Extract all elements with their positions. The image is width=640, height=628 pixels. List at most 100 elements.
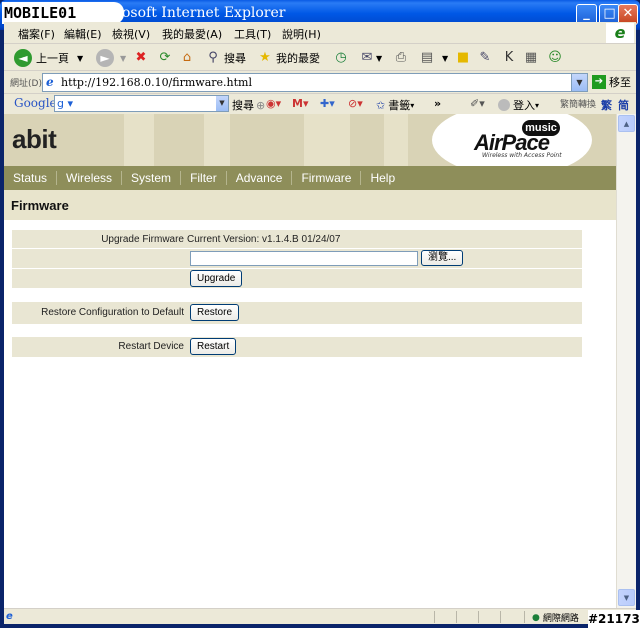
page-content: abit music AirPace Wireless with Access … (4, 114, 616, 608)
nav-firmware[interactable]: Firmware (292, 171, 360, 185)
forward-dropdown-icon[interactable]: ▼ (120, 54, 126, 63)
back-dropdown-icon[interactable]: ▼ (77, 54, 83, 63)
restart-button[interactable]: Restart (190, 338, 237, 355)
traditional-button[interactable]: 繁 (601, 97, 612, 113)
edit-icon: ▤ (420, 50, 434, 65)
login-label: 登入 (513, 99, 535, 112)
restart-label: Restart Device (118, 341, 184, 352)
bookmark-star-icon: ✩ (376, 98, 386, 112)
scroll-down-icon[interactable]: ▼ (618, 589, 635, 606)
firmware-file-input[interactable] (190, 251, 418, 266)
menu-view[interactable]: 檢視(V) (112, 26, 150, 42)
settings-button[interactable]: ✐▾ (470, 97, 485, 110)
gmail-icon: M▾ (292, 97, 309, 110)
login-button[interactable]: 登入 ▾ (498, 97, 539, 113)
main-nav: Status Wireless System Filter Advance Fi… (4, 166, 616, 190)
watermark-logo: MOBILE01 (2, 2, 124, 24)
nav-wireless[interactable]: Wireless (57, 171, 121, 185)
security-zone: ● 網際網路 (532, 611, 579, 625)
search-button[interactable]: ⚲ 搜尋 (204, 48, 246, 68)
k-icon: K (504, 50, 514, 65)
menu-tools[interactable]: 工具(T) (234, 26, 271, 42)
edit-button[interactable]: ▤ ▼ (418, 48, 448, 68)
menu-help[interactable]: 說明(H) (282, 26, 321, 42)
google-search-input[interactable]: g ▾ ▼ (54, 95, 229, 112)
home-button[interactable]: ⌂ (178, 48, 196, 68)
abit-logo: abit (12, 124, 57, 154)
mail-button[interactable]: ✉ ▼ (358, 48, 383, 68)
menu-file[interactable]: 檔案(F) (18, 26, 55, 42)
print-button[interactable]: ⎙ (392, 48, 410, 68)
go-button[interactable]: ➔ 移至 (592, 74, 631, 90)
blocker-button[interactable]: ⊘▾ (348, 97, 363, 110)
browser-chrome: 檔案(F) 編輯(E) 檢視(V) 我的最愛(A) 工具(T) 說明(H) e … (4, 22, 636, 114)
nav-help[interactable]: Help (361, 171, 404, 185)
upgrade-row: Upgrade Firmware Current Version: v1.1.4… (12, 230, 582, 248)
address-input[interactable]: e http://192.168.0.10/firmware.html ▼ (42, 73, 588, 92)
research-button[interactable]: ✎ (476, 48, 494, 68)
airpace-tagline: Wireless with Access Point (482, 152, 562, 159)
people-button[interactable]: ☺ (546, 48, 564, 68)
restore-label: Restore Configuration to Default (41, 307, 184, 318)
simplified-button[interactable]: 简 (618, 97, 629, 113)
address-dropdown-icon[interactable]: ▼ (571, 74, 587, 91)
banner-stripe (304, 114, 350, 166)
restore-button[interactable]: Restore (190, 304, 240, 321)
google-input-dropdown-icon[interactable]: ▼ (216, 96, 228, 111)
blocker-icon: ⊘▾ (348, 97, 363, 110)
bookmarks-button[interactable]: ✩ 書籤 ▾ (376, 97, 414, 113)
mail-dropdown-icon[interactable]: ▼ (376, 54, 382, 63)
banner-stripe (384, 114, 408, 166)
plus-button[interactable]: ✚▾ (320, 97, 335, 110)
refresh-button[interactable]: ⟳ (156, 48, 174, 68)
page-heading-bar: Firmware (4, 190, 616, 220)
favorites-label: 我的最愛 (276, 52, 320, 65)
page-title: Firmware (11, 198, 69, 213)
menu-edit[interactable]: 編輯(E) (64, 26, 102, 42)
history-button[interactable]: ◷ (332, 48, 350, 68)
go-arrow-icon: ➔ (592, 75, 606, 89)
google-search-label: 搜尋 (232, 99, 254, 112)
back-label: 上一頁 (36, 52, 69, 65)
discuss-button[interactable]: ■ (454, 48, 472, 68)
forward-button[interactable]: ► ▼ (96, 48, 126, 68)
restore-row: Restore Configuration to Default Restore (12, 302, 582, 324)
nav-filter[interactable]: Filter (181, 171, 226, 185)
vertical-scrollbar[interactable]: ▲ ▼ (616, 114, 636, 608)
google-search-button[interactable]: 搜尋 ⊕ (232, 97, 265, 113)
wrench-icon: ✐▾ (470, 97, 485, 110)
status-separator (456, 611, 457, 623)
more-button[interactable]: » (434, 97, 441, 110)
news-button[interactable]: ◉▾ (266, 97, 281, 110)
watermark-id: #21173 (588, 610, 640, 628)
nav-status[interactable]: Status (4, 171, 56, 185)
scroll-up-icon[interactable]: ▲ (618, 115, 635, 132)
tool-icon: ▦ (524, 50, 538, 65)
status-separator (434, 611, 435, 623)
stop-button[interactable]: ✖ (132, 48, 150, 68)
status-separator (524, 611, 525, 623)
browse-button[interactable]: 瀏覽... (421, 250, 464, 266)
current-version: Current Version: v1.1.4.B 01/24/07 (187, 234, 341, 245)
people-icon: ☺ (548, 50, 562, 65)
address-label: 網址(D) (10, 79, 42, 89)
folder-icon: ■ (456, 50, 470, 65)
gmail-button[interactable]: M▾ (292, 97, 308, 110)
star-icon: ★ (259, 50, 271, 65)
favorites-button[interactable]: ★ 我的最愛 (256, 48, 320, 68)
tool-button[interactable]: ▦ (522, 48, 540, 68)
upgrade-button[interactable]: Upgrade (190, 270, 243, 287)
refresh-icon: ⟳ (159, 50, 171, 65)
page-ie-icon: e (46, 75, 54, 89)
back-button[interactable]: ◄ 上一頁 ▼ (14, 48, 83, 68)
back-arrow-icon: ◄ (14, 49, 32, 67)
edit-dropdown-icon[interactable]: ▼ (442, 54, 448, 63)
messenger-button[interactable]: K (500, 48, 518, 68)
nav-advance[interactable]: Advance (227, 171, 292, 185)
globe-icon: ● (532, 612, 540, 623)
nav-system[interactable]: System (122, 171, 180, 185)
google-logo[interactable]: Google (14, 96, 57, 110)
plus-icon: ✚▾ (320, 97, 335, 110)
home-icon: ⌂ (182, 50, 192, 65)
menu-favorites[interactable]: 我的最愛(A) (162, 26, 222, 42)
